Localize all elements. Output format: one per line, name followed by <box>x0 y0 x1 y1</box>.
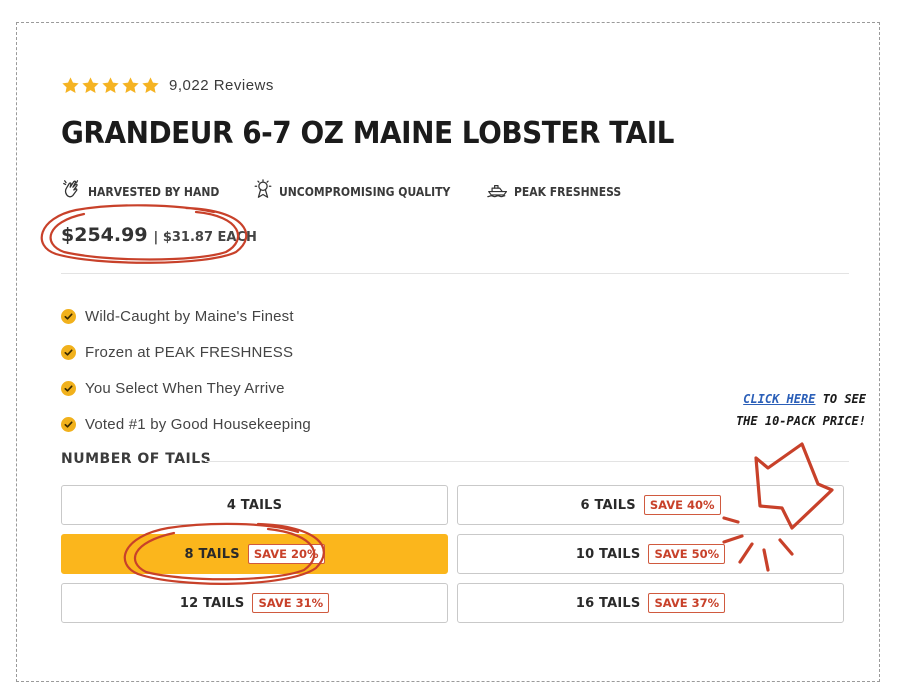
medal-icon <box>252 178 279 205</box>
option-4-tails[interactable]: 4 TAILS <box>61 485 448 525</box>
divider <box>61 273 849 274</box>
option-8-tails[interactable]: 8 TAILS SAVE 20% <box>61 534 448 574</box>
hand-wave-icon <box>61 178 88 205</box>
feature-text: Frozen at PEAK FRESHNESS <box>85 343 294 361</box>
review-count-link[interactable]: 9,022 Reviews <box>169 77 274 94</box>
number-of-tails-label: NUMBER OF TAILS <box>61 451 212 467</box>
feature-text: Wild-Caught by Maine's Finest <box>85 307 294 325</box>
rating-row[interactable]: 9,022 Reviews <box>61 76 274 95</box>
option-label: 8 TAILS <box>184 546 240 562</box>
badge-quality: UNCOMPROMISING QUALITY <box>252 178 469 205</box>
callout-text: TO SEE <box>815 392 866 406</box>
save-badge: SAVE 40% <box>643 495 721 515</box>
option-label: 10 TAILS <box>575 546 641 562</box>
option-12-tails[interactable]: 12 TAILS SAVE 31% <box>61 583 448 623</box>
option-10-tails[interactable]: 10 TAILS SAVE 50% <box>457 534 844 574</box>
badge-label: PEAK FRESHNESS <box>514 184 622 199</box>
save-badge: SAVE 31% <box>252 593 330 613</box>
price-total: $254.99 <box>61 224 148 246</box>
feature-text: Voted #1 by Good Housekeeping <box>85 415 311 433</box>
option-label: 4 TAILS <box>226 497 283 513</box>
option-label: 6 TAILS <box>580 497 636 513</box>
callout-line-2: THE 10-PACK PRICE! <box>735 414 866 428</box>
check-icon <box>61 380 76 396</box>
save-badge: SAVE 20% <box>247 544 325 564</box>
check-icon <box>61 416 76 432</box>
star-icon <box>81 76 100 95</box>
option-6-tails[interactable]: 6 TAILS SAVE 40% <box>457 485 844 525</box>
badge-label: HARVESTED BY HAND <box>88 184 220 199</box>
price-each: | $31.87 EACH <box>153 230 257 245</box>
product-title: GRANDEUR 6-7 OZ MAINE LOBSTER TAIL <box>61 116 675 151</box>
check-icon <box>61 344 76 360</box>
list-item: Wild-Caught by Maine's Finest <box>61 298 311 334</box>
list-item: Frozen at PEAK FRESHNESS <box>61 334 311 370</box>
check-icon <box>61 308 76 324</box>
star-icon <box>141 76 160 95</box>
star-rating <box>61 76 160 95</box>
feature-text: You Select When They Arrive <box>85 379 285 397</box>
option-label: 12 TAILS <box>179 595 245 611</box>
feature-list: Wild-Caught by Maine's Finest Frozen at … <box>61 298 311 442</box>
badge-harvested: HARVESTED BY HAND <box>61 178 234 205</box>
star-icon <box>101 76 120 95</box>
option-16-tails[interactable]: 16 TAILS SAVE 37% <box>457 583 844 623</box>
boat-icon <box>487 178 514 205</box>
option-label: 16 TAILS <box>575 595 641 611</box>
star-icon <box>121 76 140 95</box>
list-item: You Select When They Arrive <box>61 370 311 406</box>
list-item: Voted #1 by Good Housekeeping <box>61 406 311 442</box>
feature-badges: HARVESTED BY HAND UNCOMPROMISING QUALITY… <box>61 178 651 205</box>
click-here-link[interactable]: CLICK HERE <box>743 392 815 406</box>
badge-label: UNCOMPROMISING QUALITY <box>278 184 451 199</box>
save-badge: SAVE 37% <box>648 593 726 613</box>
save-badge: SAVE 50% <box>648 544 726 564</box>
section-divider <box>205 461 849 462</box>
star-icon <box>61 76 80 95</box>
price-row: $254.99 | $31.87 EACH <box>61 224 257 246</box>
badge-freshness: PEAK FRESHNESS <box>487 178 633 205</box>
callout-line-1: CLICK HERE TO SEE <box>700 388 866 410</box>
callout-note: CLICK HERE TO SEE THE 10-PACK PRICE! <box>700 388 866 432</box>
